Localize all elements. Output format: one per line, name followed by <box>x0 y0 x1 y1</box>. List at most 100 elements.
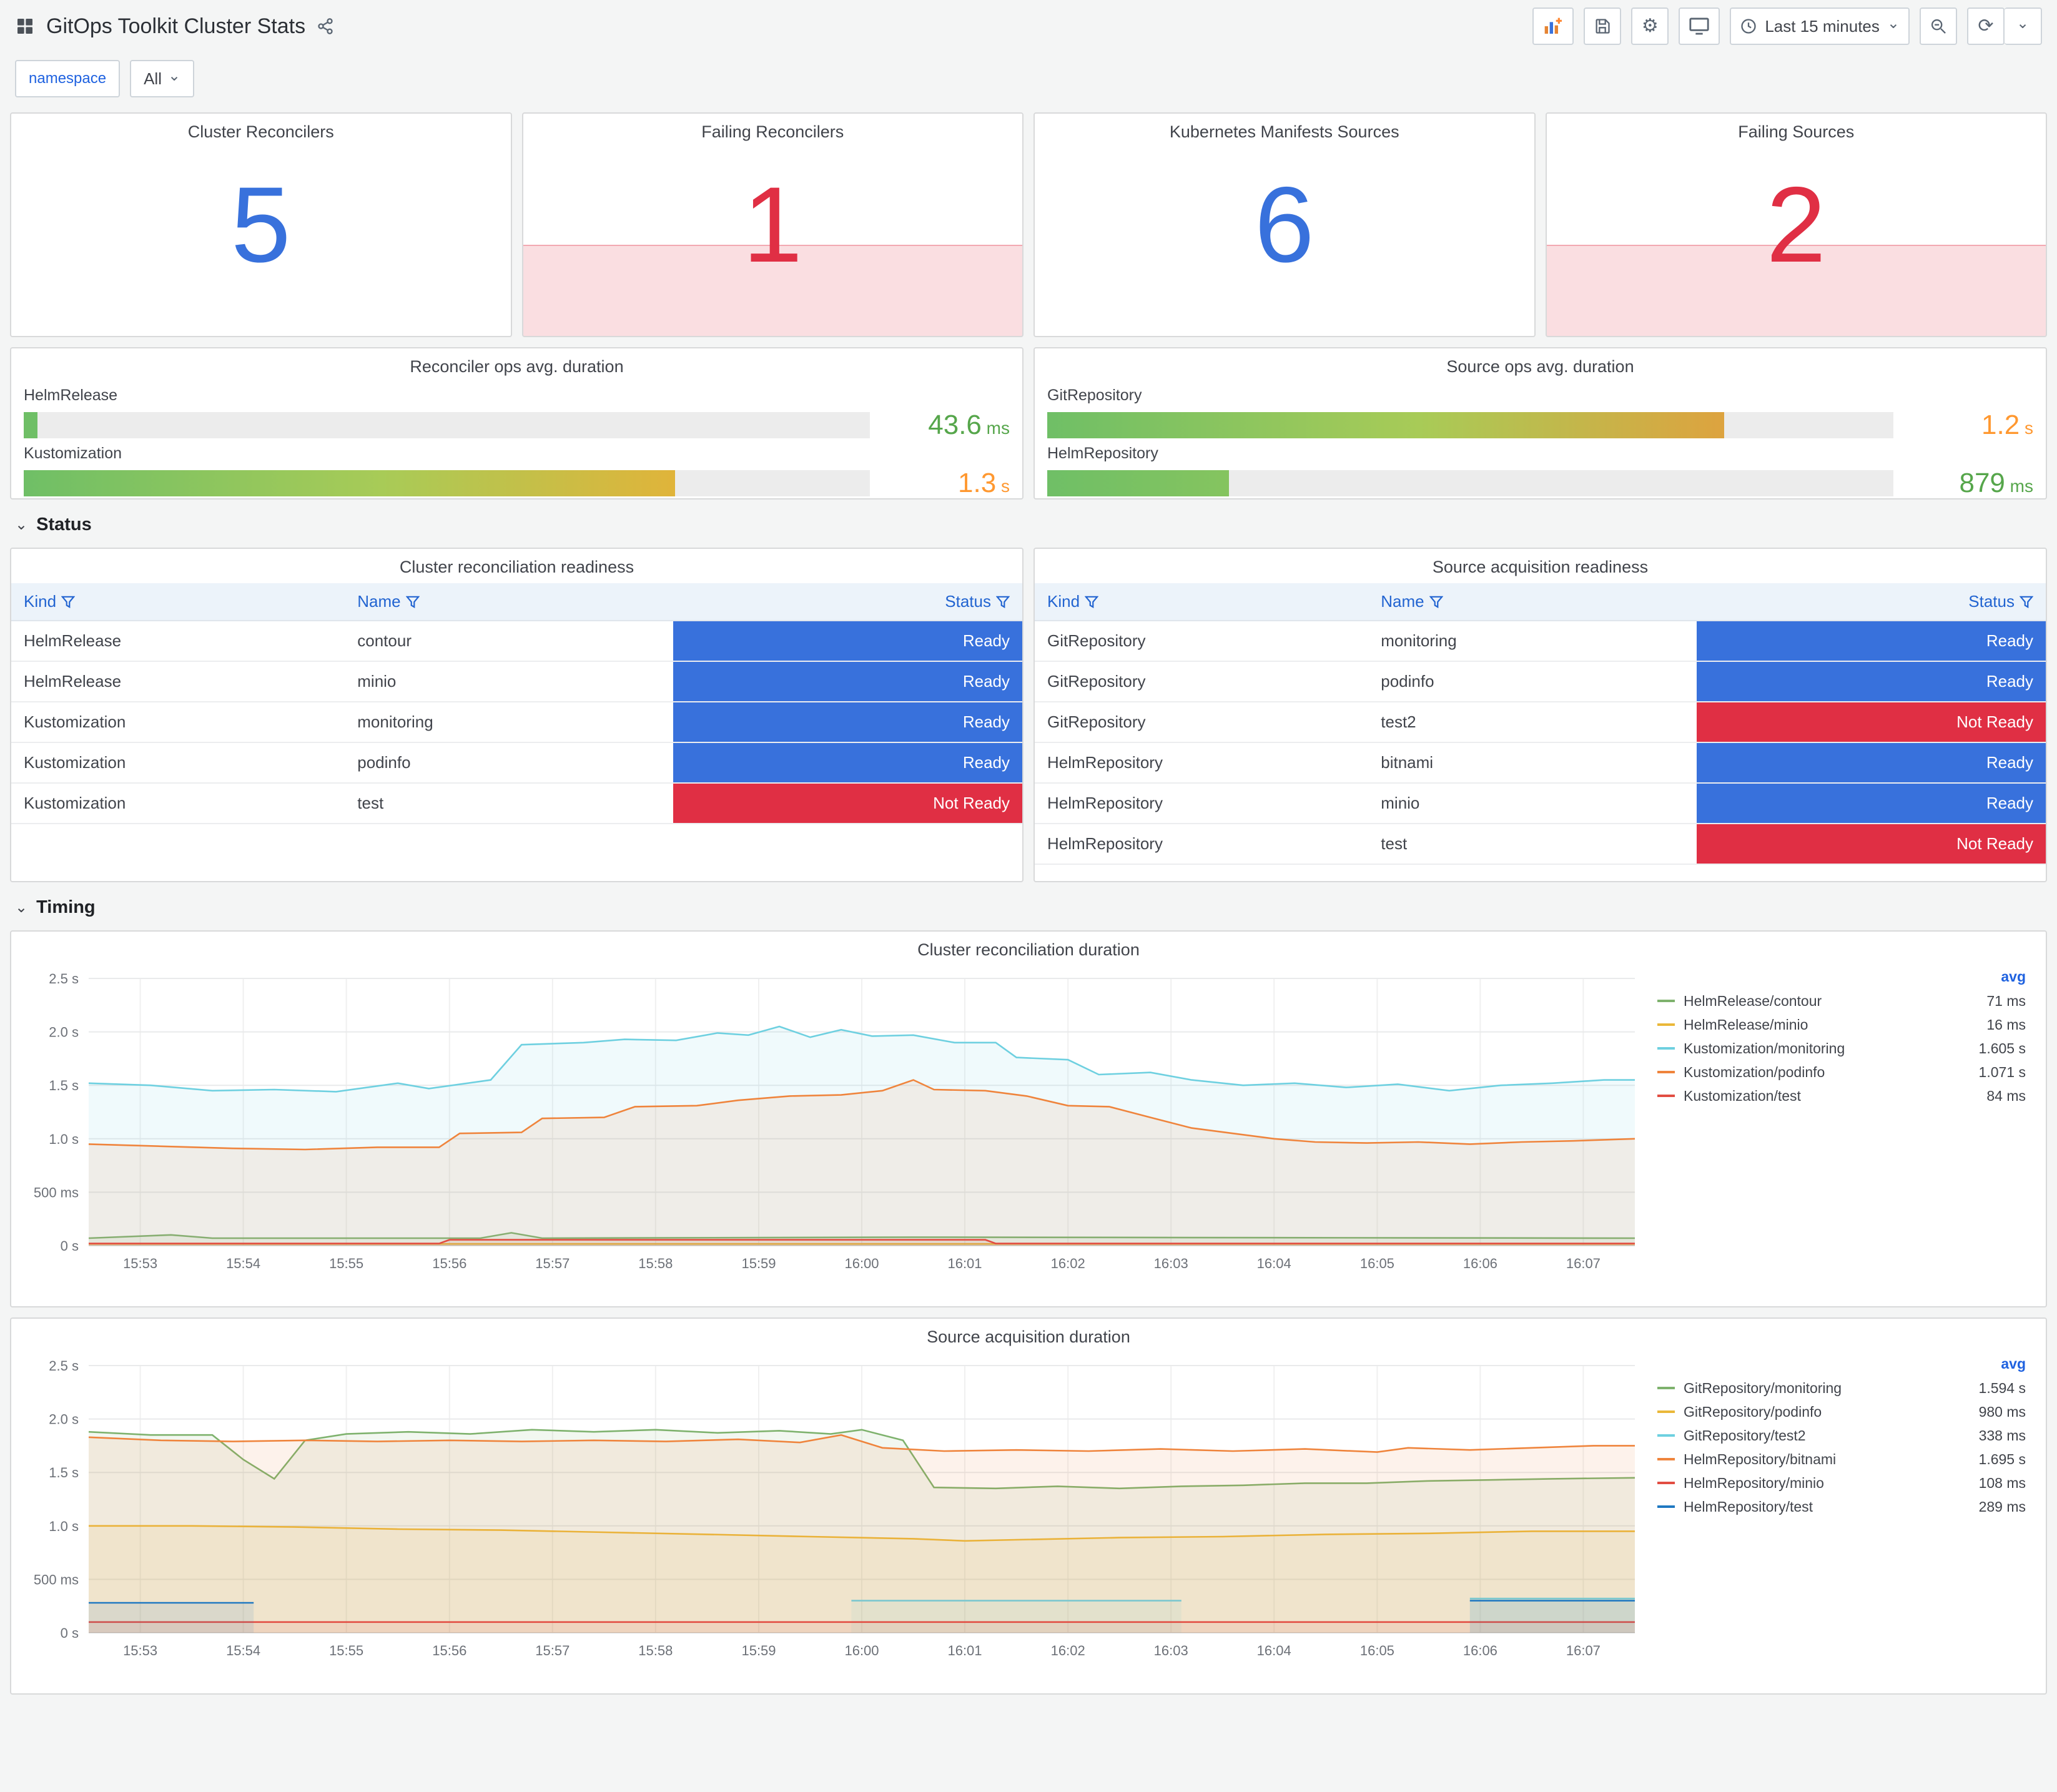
legend-item-helmrepository-test[interactable]: HelmRepository/test 289 ms <box>1657 1495 2026 1519</box>
series-name: GitRepository/podinfo <box>1684 1404 1822 1420</box>
column-header-status[interactable]: Status <box>673 583 1022 621</box>
svg-text:2.5 s: 2.5 s <box>49 971 79 987</box>
panel-title[interactable]: Cluster Reconcilers <box>11 114 511 148</box>
series-name: Kustomization/monitoring <box>1684 1040 1845 1056</box>
gauge-track <box>1047 412 1893 438</box>
series-color-dash <box>1657 1023 1675 1026</box>
panel-title[interactable]: Cluster reconciliation readiness <box>11 549 1022 583</box>
namespace-variable-label[interactable]: namespace <box>15 60 121 97</box>
filter-funnel-icon[interactable] <box>405 596 420 609</box>
stats-row: Cluster Reconcilers 5 Failing Reconcilers 1… <box>10 112 2047 337</box>
cell-kind: HelmRepository <box>1047 794 1163 812</box>
legend-item-helmrelease-contour[interactable]: HelmRelease/contour 71 ms <box>1657 989 2026 1013</box>
gauge-label: HelmRelease <box>24 386 118 404</box>
chevron-down-icon: ⌄ <box>2016 15 2030 32</box>
namespace-selected-value: All <box>144 69 162 88</box>
filter-funnel-icon[interactable] <box>2019 596 2034 609</box>
panel-title[interactable]: Source ops avg. duration <box>1047 348 2033 383</box>
filter-funnel-icon[interactable] <box>1429 596 1444 609</box>
legend-item-helmrelease-minio[interactable]: HelmRelease/minio 16 ms <box>1657 1013 2026 1036</box>
panel-title[interactable]: Failing Sources <box>1547 114 2046 148</box>
column-header-status[interactable]: Status <box>1697 583 2046 621</box>
gauge-panel-source-ops-avg-duration: Source ops avg. duration GitRepository 1.2… <box>1033 347 2047 500</box>
series-color-dash <box>1657 1458 1675 1460</box>
add-panel-button[interactable] <box>1532 7 1574 45</box>
add-panel-icon <box>1544 17 1562 34</box>
section-timing-label: Timing <box>36 897 96 917</box>
panel-title[interactable]: Source acquisition readiness <box>1035 549 2046 583</box>
legend-item-helmrepository-minio[interactable]: HelmRepository/minio 108 ms <box>1657 1471 2026 1495</box>
readiness-table: Kind Name Status GitRepository monitoring Rea… <box>1035 583 2046 865</box>
column-header-name[interactable]: Name <box>1368 583 1697 621</box>
clock-icon <box>1741 19 1756 34</box>
share-icon[interactable] <box>317 17 334 35</box>
series-color-dash <box>1657 1387 1675 1389</box>
panel-title[interactable]: Kubernetes Manifests Sources <box>1035 114 1534 148</box>
cycle-view-mode-button[interactable] <box>1679 7 1720 45</box>
stat-panel-cluster-reconcilers: Cluster Reconcilers 5 <box>10 112 512 337</box>
cell-name: monitoring <box>357 712 433 731</box>
timeseries-plot[interactable]: 15:53 15:54 15:55 15:56 15:57 15:58 15:59 16:00… <box>16 966 1652 1278</box>
column-header-name[interactable]: Name <box>345 583 674 621</box>
svg-text:15:58: 15:58 <box>638 1256 673 1271</box>
filter-funnel-icon[interactable] <box>61 596 76 609</box>
dashboard-settings-button[interactable]: ⚙ <box>1631 7 1669 45</box>
svg-text:15:59: 15:59 <box>741 1256 776 1271</box>
legend-item-gitrepository-monitoring[interactable]: GitRepository/monitoring 1.594 s <box>1657 1376 2026 1400</box>
series-color-dash <box>1657 1482 1675 1484</box>
legend-avg-header[interactable]: avg <box>1657 1356 2026 1372</box>
timeseries-plot[interactable]: 15:53 15:54 15:55 15:56 15:57 15:58 15:59 16:00… <box>16 1353 1652 1665</box>
status-badge: Ready <box>1697 662 2046 701</box>
panel-title[interactable]: Cluster reconciliation duration <box>11 932 2046 966</box>
svg-text:15:56: 15:56 <box>432 1256 466 1271</box>
series-avg-value: 84 ms <box>1986 1088 2026 1104</box>
gauge-fill <box>24 470 676 496</box>
panel-title[interactable]: Reconciler ops avg. duration <box>24 348 1010 383</box>
status-badge: Ready <box>1697 743 2046 782</box>
legend-item-kustomization-monitoring[interactable]: Kustomization/monitoring 1.605 s <box>1657 1036 2026 1060</box>
legend-item-gitrepository-test2[interactable]: GitRepository/test2 338 ms <box>1657 1424 2026 1447</box>
table-row: Kustomization monitoring Ready <box>11 702 1022 743</box>
status-badge: Ready <box>1697 784 2046 823</box>
cell-kind: GitRepository <box>1047 631 1146 650</box>
legend-item-helmrepository-bitnami[interactable]: HelmRepository/bitnami 1.695 s <box>1657 1447 2026 1471</box>
time-range-picker[interactable]: Last 15 minutes ⌄ <box>1730 7 1910 45</box>
svg-text:16:05: 16:05 <box>1360 1256 1394 1271</box>
zoom-out-time-button[interactable] <box>1920 7 1957 45</box>
status-badge: Not Ready <box>1697 824 2046 864</box>
table-row: GitRepository podinfo Ready <box>1035 661 2046 702</box>
legend-item-kustomization-test[interactable]: Kustomization/test 84 ms <box>1657 1084 2026 1108</box>
refresh-button[interactable]: ⟳ <box>1967 7 2005 45</box>
table-row: GitRepository monitoring Ready <box>1035 621 2046 662</box>
filter-funnel-icon[interactable] <box>1084 596 1099 609</box>
gauge-row-helmrelease: HelmRelease 43.6 ms <box>24 386 1010 441</box>
column-header-kind[interactable]: Kind <box>1035 583 1369 621</box>
refresh-interval-dropdown[interactable]: ⌄ <box>2005 7 2042 45</box>
panel-title[interactable]: Source acquisition duration <box>11 1319 2046 1353</box>
save-dashboard-button[interactable] <box>1584 7 1622 45</box>
section-timing-toggle[interactable]: ⌄ Timing <box>10 892 2047 930</box>
series-name: Kustomization/test <box>1684 1088 1801 1104</box>
legend-avg-header[interactable]: avg <box>1657 968 2026 985</box>
svg-text:15:59: 15:59 <box>741 1643 776 1658</box>
section-status-toggle[interactable]: ⌄ Status <box>10 510 2047 548</box>
series-color-dash <box>1657 1410 1675 1413</box>
series-color-dash <box>1657 1434 1675 1437</box>
dashboard-grid-icon[interactable] <box>15 16 35 36</box>
series-avg-value: 1.594 s <box>1978 1380 2026 1396</box>
svg-text:16:07: 16:07 <box>1566 1256 1601 1271</box>
svg-text:15:54: 15:54 <box>226 1643 260 1658</box>
svg-text:500 ms: 500 ms <box>34 1572 79 1587</box>
legend-item-kustomization-podinfo[interactable]: Kustomization/podinfo 1.071 s <box>1657 1060 2026 1084</box>
table-row: HelmRepository test Not Ready <box>1035 824 2046 865</box>
namespace-variable-value[interactable]: All ⌄ <box>130 60 195 97</box>
table-row: HelmRelease contour Ready <box>11 621 1022 662</box>
column-header-kind[interactable]: Kind <box>11 583 345 621</box>
legend-item-gitrepository-podinfo[interactable]: GitRepository/podinfo 980 ms <box>1657 1400 2026 1424</box>
panel-title[interactable]: Failing Reconcilers <box>523 114 1023 148</box>
cell-kind: Kustomization <box>24 794 126 812</box>
time-range-label: Last 15 minutes <box>1765 17 1880 36</box>
filter-funnel-icon[interactable] <box>995 596 1010 609</box>
tv-kiosk-icon <box>1689 17 1709 35</box>
series-name: HelmRepository/test <box>1684 1499 1813 1515</box>
